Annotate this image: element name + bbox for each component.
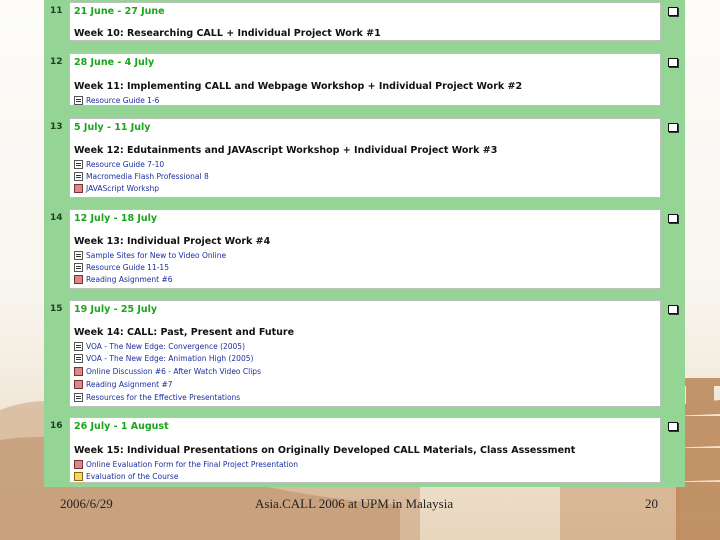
- week-dates: 12 July - 18 July: [74, 213, 158, 224]
- week-row: 15 19 July - 25 July Week 14: CALL: Past…: [44, 298, 685, 411]
- toggle-week-checkbox[interactable]: [668, 214, 678, 223]
- document-icon: [74, 392, 83, 402]
- resource-item[interactable]: Resources for the Effective Presentation…: [74, 391, 240, 403]
- week-title: Week 12: Edutainments and JAVAscript Wor…: [74, 145, 498, 156]
- week-content: 19 July - 25 July Week 14: CALL: Past, P…: [69, 300, 678, 407]
- resource-link[interactable]: Resources for the Effective Presentation…: [86, 393, 240, 402]
- document-icon: [74, 95, 83, 105]
- toggle-week-checkbox[interactable]: [668, 305, 678, 314]
- document-icon: [74, 159, 83, 169]
- resource-item[interactable]: Macromedia Flash Professional 8: [74, 170, 209, 182]
- week-dates: 26 July - 1 August: [74, 421, 169, 432]
- week-row: 11 21 June - 27 June Week 10: Researchin…: [44, 0, 685, 45]
- page-number: 20: [645, 496, 658, 511]
- toggle-week-checkbox[interactable]: [668, 123, 678, 132]
- resource-link[interactable]: Reading Asignment #7: [86, 380, 173, 389]
- week-content: 28 June - 4 July Week 11: Implementing C…: [69, 53, 678, 106]
- document-icon: [74, 250, 83, 260]
- week-dates: 21 June - 27 June: [74, 6, 165, 17]
- week-dates: 5 July - 11 July: [74, 122, 151, 133]
- resource-link[interactable]: Resource Guide 1-6: [86, 96, 159, 105]
- week-title: Week 11: Implementing CALL and Webpage W…: [74, 81, 523, 92]
- resource-link[interactable]: VOA - The New Edge: Animation High (2005…: [86, 354, 253, 363]
- resource-link[interactable]: Online Evaluation Form for the Final Pro…: [86, 460, 298, 469]
- week-dates: 19 July - 25 July: [74, 304, 158, 315]
- week-row: 16 26 July - 1 August Week 15: Individua…: [44, 415, 685, 487]
- week-row: 13 5 July - 11 July Week 12: Edutainment…: [44, 116, 685, 202]
- forum-icon: [74, 366, 83, 376]
- resource-link[interactable]: Macromedia Flash Professional 8: [86, 172, 209, 181]
- week-dates: 28 June - 4 July: [74, 57, 155, 68]
- week-row: 14 12 July - 18 July Week 13: Individual…: [44, 207, 685, 293]
- forum-icon: [74, 379, 83, 389]
- quiz-icon: [74, 471, 83, 481]
- week-number: 13: [50, 122, 63, 132]
- resource-item[interactable]: Resource Guide 11-15: [74, 261, 169, 273]
- week-number: 16: [50, 421, 63, 431]
- resource-item[interactable]: JAVAScript Workshp: [74, 182, 159, 194]
- week-content: 12 July - 18 July Week 13: Individual Pr…: [69, 209, 678, 289]
- resource-item[interactable]: Evaluation of the Course: [74, 470, 178, 482]
- forum-icon: [74, 183, 83, 193]
- week-title: Week 14: CALL: Past, Present and Future: [74, 327, 295, 338]
- document-icon: [74, 262, 83, 272]
- week-row: 12 28 June - 4 July Week 11: Implementin…: [44, 51, 685, 110]
- resource-item[interactable]: Resource Guide 1-6: [74, 94, 159, 106]
- week-number: 14: [50, 213, 63, 223]
- resource-item[interactable]: Reading Asignment #7: [74, 378, 173, 390]
- week-number: 12: [50, 57, 63, 67]
- resource-link[interactable]: JAVAScript Workshp: [86, 184, 159, 193]
- resource-link[interactable]: Resource Guide 11-15: [86, 263, 169, 272]
- resource-link[interactable]: Sample Sites for New to Video Online: [86, 251, 226, 260]
- resource-link[interactable]: Online Discussion #6 - After Watch Video…: [86, 367, 261, 376]
- week-number: 15: [50, 304, 63, 314]
- week-title: Week 10: Researching CALL + Individual P…: [74, 28, 381, 39]
- toggle-week-checkbox[interactable]: [668, 7, 678, 16]
- resource-link[interactable]: Resource Guide 7-10: [86, 160, 164, 169]
- week-content: 26 July - 1 August Week 15: Individual P…: [69, 417, 678, 483]
- resource-item[interactable]: Reading Asignment #6: [74, 273, 173, 285]
- resource-link[interactable]: VOA - The New Edge: Convergence (2005): [86, 342, 245, 351]
- forum-icon: [74, 459, 83, 469]
- toggle-week-checkbox[interactable]: [668, 58, 678, 67]
- resource-item[interactable]: VOA - The New Edge: Convergence (2005): [74, 340, 245, 352]
- footer-title: Asia.CALL 2006 at UPM in Malaysia: [255, 496, 454, 511]
- week-number: 11: [50, 6, 63, 16]
- week-content: 5 July - 11 July Week 12: Edutainments a…: [69, 118, 678, 198]
- resource-item[interactable]: Online Discussion #6 - After Watch Video…: [74, 365, 261, 377]
- week-content: 21 June - 27 June Week 10: Researching C…: [69, 2, 678, 41]
- resource-link[interactable]: Reading Asignment #6: [86, 275, 173, 284]
- resource-item[interactable]: VOA - The New Edge: Animation High (2005…: [74, 352, 253, 364]
- document-icon: [74, 341, 83, 351]
- resource-item[interactable]: Resource Guide 7-10: [74, 158, 164, 170]
- resource-link[interactable]: Evaluation of the Course: [86, 472, 178, 481]
- document-icon: [74, 171, 83, 181]
- document-icon: [74, 353, 83, 363]
- week-title: Week 13: Individual Project Work #4: [74, 236, 271, 247]
- resource-item[interactable]: Sample Sites for New to Video Online: [74, 249, 226, 261]
- resource-item[interactable]: Online Evaluation Form for the Final Pro…: [74, 458, 298, 470]
- forum-icon: [74, 274, 83, 284]
- week-title: Week 15: Individual Presentations on Ori…: [74, 445, 576, 456]
- footer-date: 2006/6/29: [60, 496, 113, 511]
- toggle-week-checkbox[interactable]: [668, 422, 678, 431]
- course-weeks-panel: 11 21 June - 27 June Week 10: Researchin…: [44, 0, 685, 487]
